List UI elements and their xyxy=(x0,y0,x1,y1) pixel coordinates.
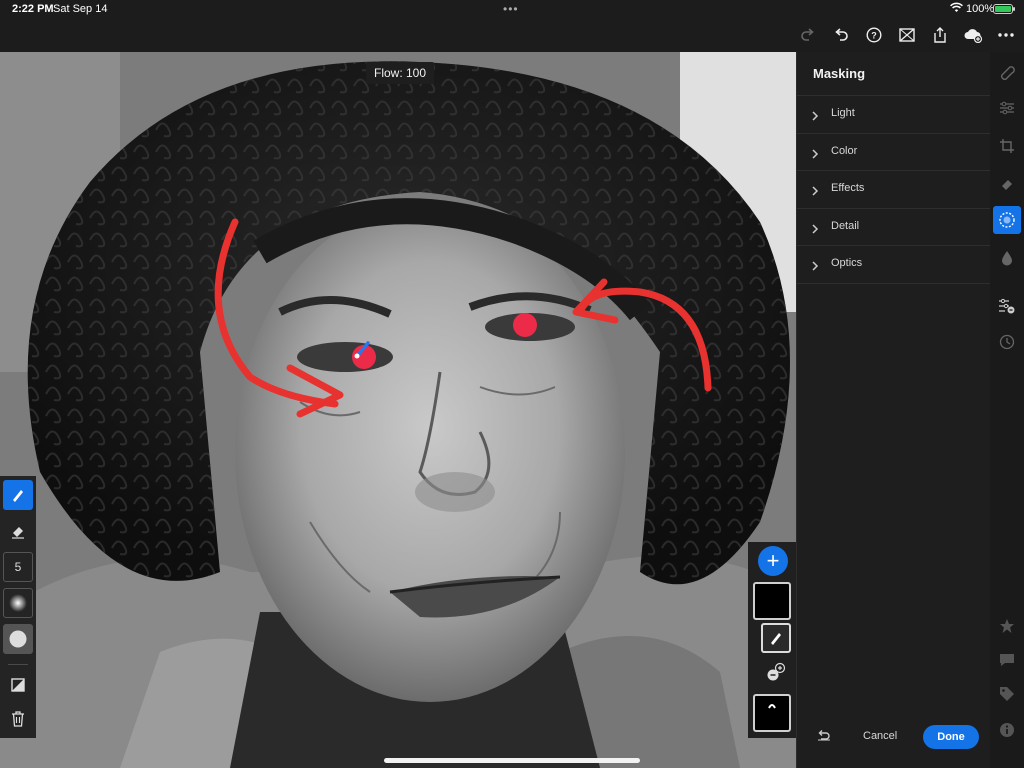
status-time: 2:22 PM xyxy=(12,3,54,15)
edit-tools-rail xyxy=(990,52,1024,768)
brush-size-value[interactable]: 5 xyxy=(3,552,33,582)
panel-divider xyxy=(797,283,991,284)
brush-tools-column: 5 xyxy=(0,476,36,738)
mask-overlay-right-eye xyxy=(513,313,537,337)
section-color[interactable]: Color xyxy=(797,134,991,171)
panel-title: Masking xyxy=(813,66,866,81)
masking-icon[interactable] xyxy=(993,206,1021,234)
section-optics[interactable]: Optics xyxy=(797,246,991,283)
add-mask-button[interactable]: + xyxy=(758,546,788,576)
wifi-icon xyxy=(950,2,963,16)
feather-icon[interactable] xyxy=(3,588,33,618)
history-icon[interactable] xyxy=(993,328,1021,356)
mask-list: + xyxy=(748,542,796,738)
share-icon[interactable] xyxy=(929,24,951,46)
top-toolbar: ? xyxy=(0,18,1024,52)
chevron-right-icon xyxy=(811,108,819,126)
masking-panel: Masking Light Color Effects Detail Optic… xyxy=(796,52,991,768)
battery-percent: 100% xyxy=(966,3,995,15)
done-button[interactable]: Done xyxy=(923,725,979,749)
mask-thumbnail[interactable] xyxy=(753,582,791,620)
section-label: Detail xyxy=(831,220,860,232)
flow-icon[interactable] xyxy=(3,624,33,654)
comment-icon[interactable] xyxy=(993,646,1021,674)
mask-thumbnail-2[interactable] xyxy=(753,694,791,732)
undo-icon[interactable] xyxy=(830,24,852,46)
help-icon[interactable]: ? xyxy=(863,24,885,46)
brush-icon[interactable] xyxy=(3,480,33,510)
section-label: Optics xyxy=(831,257,863,269)
compare-icon[interactable] xyxy=(896,24,918,46)
crop-icon[interactable] xyxy=(993,132,1021,160)
section-effects[interactable]: Effects xyxy=(797,171,991,208)
info-icon[interactable] xyxy=(993,716,1021,744)
cloud-sync-icon[interactable] xyxy=(962,24,984,46)
reset-icon[interactable] xyxy=(817,728,831,746)
battery-icon xyxy=(993,4,1015,14)
color-drop-icon[interactable] xyxy=(993,244,1021,272)
svg-text:?: ? xyxy=(871,31,877,41)
chevron-right-icon xyxy=(811,221,819,239)
chevron-right-icon xyxy=(811,183,819,201)
chevron-right-icon xyxy=(811,146,819,164)
status-date: Sat Sep 14 xyxy=(53,3,108,15)
status-bar: 2:22 PM Sat Sep 14 ••• 100% xyxy=(0,0,1024,18)
eraser-icon[interactable] xyxy=(3,516,33,546)
cancel-button[interactable]: Cancel xyxy=(863,730,897,742)
section-label: Light xyxy=(831,107,855,119)
multitasking-dots-icon[interactable]: ••• xyxy=(503,2,519,16)
versions-icon[interactable] xyxy=(993,292,1021,320)
trash-icon[interactable] xyxy=(3,704,33,734)
redo-icon[interactable] xyxy=(797,24,819,46)
portrait-photo xyxy=(0,52,796,768)
chevron-right-icon xyxy=(811,258,819,276)
more-icon[interactable] xyxy=(995,24,1017,46)
section-label: Color xyxy=(831,145,858,157)
section-label: Effects xyxy=(831,182,865,194)
healing-icon[interactable] xyxy=(993,170,1021,198)
photo-canvas[interactable] xyxy=(0,52,796,768)
presets-icon[interactable] xyxy=(993,58,1021,86)
invert-icon[interactable] xyxy=(3,670,33,700)
flow-label: Flow: 100 xyxy=(366,62,435,84)
section-detail[interactable]: Detail xyxy=(797,209,991,246)
tools-divider xyxy=(8,664,28,665)
home-indicator[interactable] xyxy=(384,758,640,763)
star-rating-icon[interactable] xyxy=(993,612,1021,640)
section-light[interactable]: Light xyxy=(797,96,991,133)
add-subtract-icon[interactable] xyxy=(766,662,786,687)
brush-component-button[interactable] xyxy=(761,623,791,653)
adjust-sliders-icon[interactable] xyxy=(993,94,1021,122)
tag-icon[interactable] xyxy=(993,680,1021,708)
